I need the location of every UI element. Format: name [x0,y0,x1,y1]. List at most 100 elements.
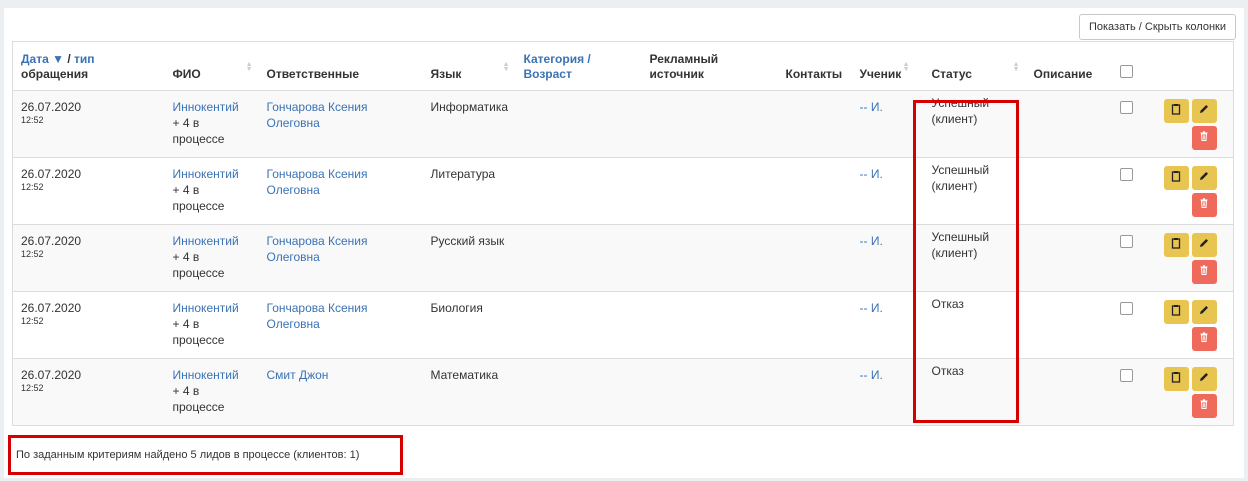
status-highlight-box [913,100,1019,423]
cell-contacts [777,358,852,426]
lead-name-link[interactable]: Иннокентий [173,367,251,383]
student-link[interactable]: -- И. [860,166,908,182]
col-date[interactable]: Дата ▼ / тип обращения [12,41,165,91]
delete-button[interactable] [1191,260,1217,284]
copy-button[interactable] [1163,99,1189,123]
toggle-columns-button[interactable]: Показать / Скрыть колонки [1078,14,1236,40]
cell-student: -- И. [851,90,916,158]
row-checkbox[interactable] [1119,235,1133,248]
table-header: Дата ▼ / тип обращения ФИО ▲ ▼ Ответственны… [12,41,1234,91]
cell-responsible: Гончарова Ксения Олеговна [258,157,423,225]
cell-ad-source [641,291,778,359]
row-checkbox[interactable] [1119,302,1133,315]
col-responsible[interactable]: Ответственные [258,41,423,91]
edit-button[interactable] [1191,233,1217,257]
cell-category [515,224,642,292]
lead-date: 26.07.2020 [21,234,82,248]
lead-extra: + 4 в процессе [172,250,225,280]
table-row: 26.07.2020 12:52 Иннокентий + 4 в процессе Г… [12,157,1234,225]
sort-arrows-icon: ▲ ▼ [245,61,253,73]
cell-select [1111,90,1162,158]
sort-arrows-icon: ▲ ▼ [1012,61,1020,73]
pencil-icon [1198,237,1210,253]
trash-icon [1198,197,1210,213]
responsible-link[interactable]: Гончарова Ксения Олеговна [267,99,415,131]
cell-language: Математика [422,358,516,426]
col-status[interactable]: Статус ▲ ▼ [915,41,1026,91]
student-link[interactable]: -- И. [860,300,908,316]
col-contacts: Контакты [777,41,852,91]
edit-button[interactable] [1191,166,1217,190]
cell-contacts [777,224,852,292]
trash-icon [1198,264,1210,280]
col-description: Описание [1025,41,1112,91]
col-fio[interactable]: ФИО ▲ ▼ [164,41,259,91]
cell-description [1025,224,1112,292]
cell-fio: Иннокентий + 4 в процессе [164,90,259,158]
copy-button[interactable] [1163,233,1189,257]
row-checkbox[interactable] [1119,101,1133,114]
clipboard-icon [1170,371,1182,387]
lead-extra: + 4 в процессе [172,183,225,213]
cell-contacts [777,90,852,158]
sort-category-link[interactable]: Категория / [524,52,591,66]
cell-fio: Иннокентий + 4 в процессе [164,358,259,426]
lead-time: 12:52 [21,383,44,393]
responsible-link[interactable]: Смит Джон [267,367,415,383]
col-language[interactable]: Язык ▲ ▼ [422,41,516,91]
edit-button[interactable] [1191,367,1217,391]
responsible-link[interactable]: Гончарова Ксения Олеговна [267,166,415,198]
edit-button[interactable] [1191,99,1217,123]
cell-responsible: Гончарова Ксения Олеговна [258,224,423,292]
edit-button[interactable] [1191,300,1217,324]
copy-button[interactable] [1163,300,1189,324]
sort-type-link[interactable]: тип [74,52,95,66]
table-row: 26.07.2020 12:52 Иннокентий + 4 в процессе С… [12,358,1234,426]
cell-date: 26.07.2020 12:52 [12,358,165,426]
cell-fio: Иннокентий + 4 в процессе [164,224,259,292]
responsible-link[interactable]: Гончарова Ксения Олеговна [267,300,415,332]
col-student[interactable]: Ученик ▲ ▼ [851,41,916,91]
clipboard-icon [1170,237,1182,253]
lead-extra: + 4 в процессе [172,116,225,146]
lead-extra: + 4 в процессе [172,317,225,347]
lead-name-link[interactable]: Иннокентий [173,166,251,182]
lead-name-link[interactable]: Иннокентий [173,233,251,249]
trash-icon [1198,398,1210,414]
lead-date: 26.07.2020 [21,167,82,181]
student-link[interactable]: -- И. [860,233,908,249]
lead-time: 12:52 [21,182,44,192]
cell-description [1025,90,1112,158]
table-row: 26.07.2020 12:52 Иннокентий + 4 в процессе Г… [12,224,1234,292]
col-category[interactable]: Категория / Возраст [515,41,642,91]
select-all-checkbox[interactable] [1119,65,1133,78]
responsible-link[interactable]: Гончарова Ксения Олеговна [267,233,415,265]
student-link[interactable]: -- И. [860,99,908,115]
delete-button[interactable] [1191,193,1217,217]
delete-button[interactable] [1191,394,1217,418]
cell-language: Литература [422,157,516,225]
student-link[interactable]: -- И. [860,367,908,383]
trash-icon [1198,130,1210,146]
sort-age-link[interactable]: Возраст [524,67,572,81]
cell-ad-source [641,90,778,158]
lead-time: 12:52 [21,249,44,259]
cell-actions [1161,291,1234,359]
delete-button[interactable] [1191,327,1217,351]
col-select-all [1111,41,1162,91]
cell-select [1111,291,1162,359]
cell-description [1025,157,1112,225]
lead-name-link[interactable]: Иннокентий [173,99,251,115]
sort-arrows-icon: ▲ ▼ [902,61,910,73]
sort-date-link[interactable]: Дата ▼ [21,52,64,66]
copy-button[interactable] [1163,166,1189,190]
lead-time: 12:52 [21,115,44,125]
col-ad-source[interactable]: Рекламный источник [641,41,778,91]
delete-button[interactable] [1191,126,1217,150]
copy-button[interactable] [1163,367,1189,391]
cell-language: Биология [422,291,516,359]
lead-name-link[interactable]: Иннокентий [173,300,251,316]
cell-actions [1161,224,1234,292]
row-checkbox[interactable] [1119,369,1133,382]
row-checkbox[interactable] [1119,168,1133,181]
